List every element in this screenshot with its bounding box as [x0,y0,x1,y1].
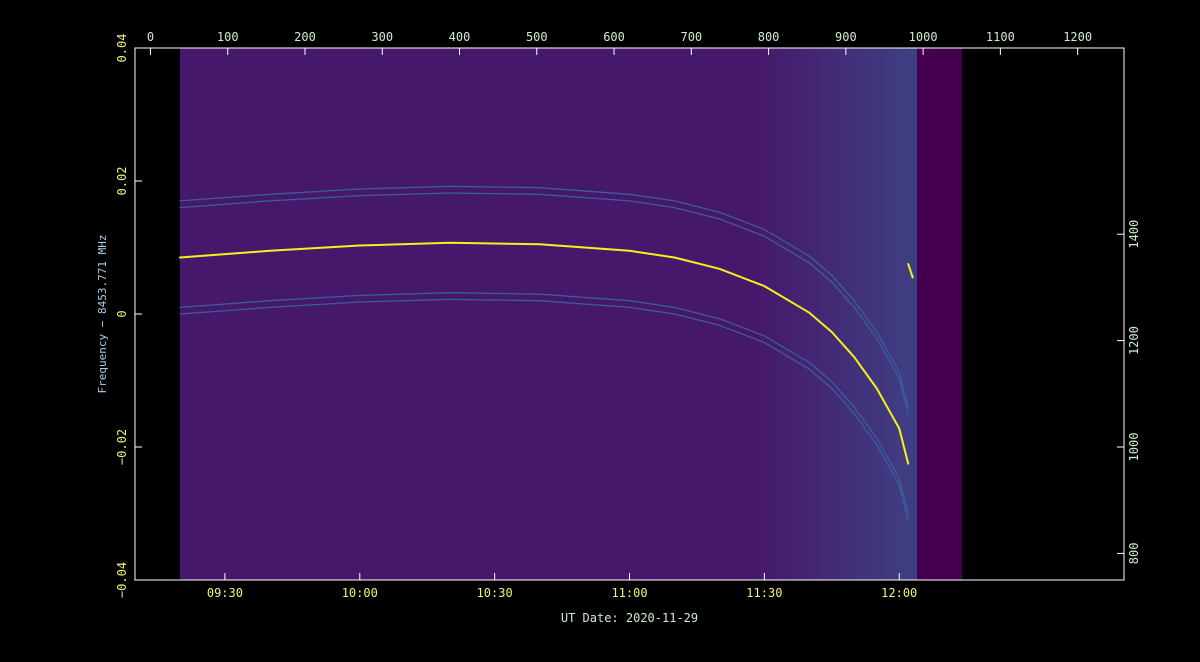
right-tick-label: 1000 [1127,433,1141,462]
x-axis-label: UT Date: 2020-11-29 [561,611,698,625]
spectrogram-heatmap [179,48,918,580]
top-tick-label: 200 [294,30,316,44]
flagged-data-band [917,48,963,580]
top-tick-label: 1100 [986,30,1015,44]
top-tick-label: 700 [680,30,702,44]
top-tick-label: 1200 [1063,30,1092,44]
x-tick-label: 12:00 [881,586,917,600]
top-tick-label: 300 [371,30,393,44]
y-tick-label: −0.02 [115,429,129,465]
y-tick-label: 0 [115,310,129,317]
top-tick-label: 100 [217,30,239,44]
x-tick-label: 11:30 [746,586,782,600]
right-tick-label: 1400 [1127,220,1141,249]
y-tick-label: −0.04 [115,562,129,598]
spectrogram-chart: 09:30 10:00 10:30 11:00 11:30 12:00 0 100 200 300… [96,30,1141,625]
top-tick-label: 500 [526,30,548,44]
x-tick-label: 10:30 [477,586,513,600]
right-tick-label: 1200 [1127,326,1141,355]
x-tick-label: 11:00 [611,586,647,600]
top-tick-label: 600 [603,30,625,44]
x-tick-label: 10:00 [342,586,378,600]
right-tick-label: 800 [1127,543,1141,565]
x-tick-label: 09:30 [207,586,243,600]
heatmap-layer [179,48,963,580]
top-tick-label: 900 [835,30,857,44]
top-tick-label: 400 [449,30,471,44]
top-tick-label: 1000 [909,30,938,44]
y-tick-label: 0.04 [115,34,129,63]
top-tick-label: 0 [147,30,154,44]
top-tick-label: 800 [758,30,780,44]
y-tick-label: 0.02 [115,167,129,196]
y-axis-label: Frequency − 8453.771 MHz [96,235,109,394]
